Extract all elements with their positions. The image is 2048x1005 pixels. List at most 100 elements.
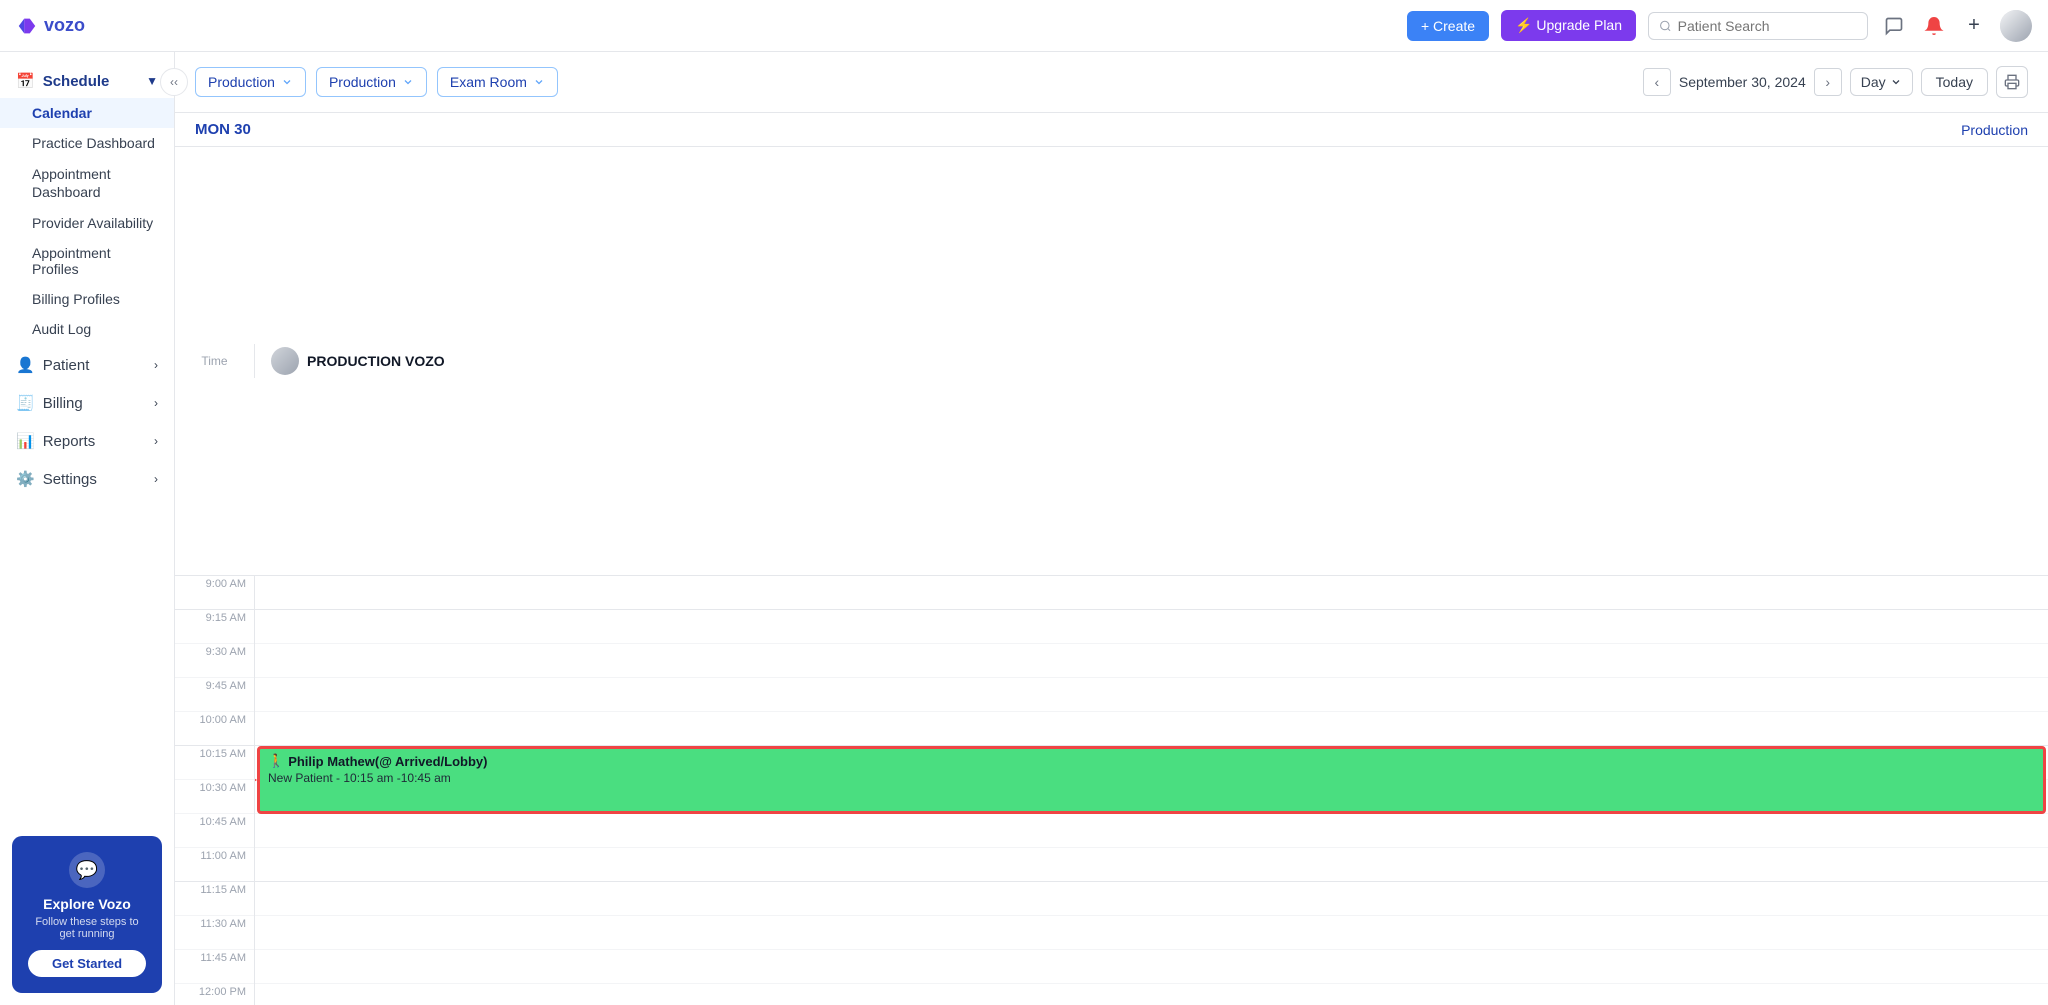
time-slot-1015: 10:15 AM xyxy=(175,746,254,780)
date-navigation: ‹ September 30, 2024 › Day Today xyxy=(1643,66,2028,98)
time-slot-915: 9:15 AM xyxy=(175,610,254,644)
sidebar-section-schedule-header[interactable]: 📅 Schedule ▼ xyxy=(0,64,174,98)
calendar-header-row: MON 30 Production xyxy=(175,113,2048,147)
sidebar-item-appointment-profiles[interactable]: Appointment Profiles xyxy=(0,238,174,284)
settings-chevron-icon: › xyxy=(154,472,158,486)
patient-label: Patient xyxy=(43,357,90,374)
sidebar-section-billing: 🧾 Billing › xyxy=(0,386,174,420)
appointment-details: New Patient - 10:15 am -10:45 am xyxy=(268,771,2035,785)
reports-chevron-icon: › xyxy=(154,434,158,448)
filter-2-label: Production xyxy=(329,74,396,90)
appointment-block[interactable]: 🚶 Philip Mathew(@ Arrived/Lobby) New Pat… xyxy=(257,746,2046,814)
provider-avatar xyxy=(271,347,299,375)
print-button[interactable] xyxy=(1996,66,2028,98)
billing-chevron-icon: › xyxy=(154,396,158,410)
explore-vozo-description: Follow these steps to get running xyxy=(28,916,146,940)
sidebar-section-reports: 📊 Reports › xyxy=(0,424,174,458)
sidebar-item-calendar[interactable]: Calendar xyxy=(0,98,174,128)
notification-icon-btn[interactable] xyxy=(1920,12,1948,40)
next-date-button[interactable]: › xyxy=(1814,68,1842,96)
time-slot-945: 9:45 AM xyxy=(175,678,254,712)
provider-column-header: PRODUCTION VOZO xyxy=(255,339,2048,383)
today-button[interactable]: Today xyxy=(1921,68,1988,96)
grid-header: Time PRODUCTION VOZO xyxy=(175,147,2048,576)
patient-chevron-icon: › xyxy=(154,358,158,372)
filter-2-chevron-icon xyxy=(402,76,414,88)
navbar: vozo + Create ⚡ Upgrade Plan + xyxy=(0,0,2048,52)
time-slot-930: 9:30 AM xyxy=(175,644,254,678)
search-icon xyxy=(1659,19,1672,33)
explore-vozo-card: 💬 Explore Vozo Follow these steps to get… xyxy=(12,836,162,993)
sidebar-item-audit-log[interactable]: Audit Log xyxy=(0,314,174,344)
filter-3-label: Exam Room xyxy=(450,74,527,90)
patient-search-bar[interactable] xyxy=(1648,12,1868,40)
schedule-icon: 📅 xyxy=(16,72,35,90)
patient-search-input[interactable] xyxy=(1678,18,1857,34)
sidebar-collapse-button[interactable]: ‹‹ xyxy=(160,68,188,96)
create-button[interactable]: + Create xyxy=(1407,11,1489,41)
schedule-chevron-icon: ▼ xyxy=(146,74,158,88)
app-name: vozo xyxy=(44,15,85,36)
schedule-label: Schedule xyxy=(43,73,110,90)
navbar-actions: + Create ⚡ Upgrade Plan + xyxy=(1407,10,2032,42)
add-icon-btn[interactable]: + xyxy=(1960,12,1988,40)
time-slot-1100: 11:00 AM xyxy=(175,848,254,882)
time-slot-1045: 10:45 AM xyxy=(175,814,254,848)
time-slot-1030: 10:30 AM xyxy=(175,780,254,814)
current-date: September 30, 2024 xyxy=(1679,74,1806,90)
main-content: Production Production Exam Room ‹ Septem… xyxy=(175,52,2048,1005)
view-chevron-icon xyxy=(1890,76,1902,88)
time-slot-1000: 10:00 AM xyxy=(175,712,254,746)
date-nav-controls: ‹ September 30, 2024 › xyxy=(1643,68,1842,96)
sidebar-item-practice-dashboard[interactable]: Practice Dashboard xyxy=(0,128,174,158)
explore-vozo-icon: 💬 xyxy=(69,852,105,888)
time-column-header: Time xyxy=(175,344,255,378)
billing-icon: 🧾 xyxy=(16,394,35,412)
prev-date-button[interactable]: ‹ xyxy=(1643,68,1671,96)
settings-icon: ⚙️ xyxy=(16,470,35,488)
user-avatar[interactable] xyxy=(2000,10,2032,42)
time-slot-1115: 11:15 AM xyxy=(175,882,254,916)
billing-label: Billing xyxy=(43,395,83,412)
app-logo[interactable]: vozo xyxy=(16,15,85,37)
explore-vozo-title: Explore Vozo xyxy=(28,896,146,912)
time-slot-900: 9:00 AM xyxy=(175,576,254,610)
schedule-body: 9:00 AM 9:15 AM 9:30 AM 9:45 AM 10:00 AM… xyxy=(175,576,2048,1005)
sidebar-section-schedule: 📅 Schedule ▼ Calendar Practice Dashboard… xyxy=(0,64,174,344)
chat-icon xyxy=(1884,16,1904,36)
reports-label: Reports xyxy=(43,433,96,450)
sidebar-section-patient: 👤 Patient › xyxy=(0,348,174,382)
appointment-patient-name: 🚶 Philip Mathew(@ Arrived/Lobby) xyxy=(268,753,2035,769)
view-label: Day xyxy=(1861,74,1886,90)
sidebar-section-reports-header[interactable]: 📊 Reports › xyxy=(0,424,174,458)
sidebar-section-settings-header[interactable]: ⚙️ Settings › xyxy=(0,462,174,496)
arrow-head xyxy=(255,774,257,786)
filter-production-1[interactable]: Production xyxy=(195,67,306,97)
view-selector[interactable]: Day xyxy=(1850,68,1913,96)
sidebar-item-billing-profiles[interactable]: Billing Profiles xyxy=(0,284,174,314)
print-icon xyxy=(2004,74,2020,90)
sidebar-item-appointment-dashboard[interactable]: AppointmentDashboard xyxy=(0,158,174,208)
upgrade-button[interactable]: ⚡ Upgrade Plan xyxy=(1501,10,1636,41)
reports-icon: 📊 xyxy=(16,432,35,450)
provider-name: PRODUCTION VOZO xyxy=(307,353,445,369)
calendar-provider-label: Production xyxy=(1961,122,2028,138)
annotation-arrow xyxy=(255,774,257,786)
app-layout: ‹‹ 📅 Schedule ▼ Calendar Practice Dashbo… xyxy=(0,0,2048,1005)
settings-label: Settings xyxy=(43,471,97,488)
patient-status-icon: 🚶 xyxy=(268,753,284,769)
sidebar-item-provider-availability[interactable]: Provider Availability xyxy=(0,208,174,238)
time-slot-1145: 11:45 AM xyxy=(175,950,254,984)
time-slot-1130: 11:30 AM xyxy=(175,916,254,950)
filter-production-2[interactable]: Production xyxy=(316,67,427,97)
chat-icon-btn[interactable] xyxy=(1880,12,1908,40)
get-started-button[interactable]: Get Started xyxy=(28,950,146,977)
filter-exam-room[interactable]: Exam Room xyxy=(437,67,558,97)
events-column: 🚶 Philip Mathew(@ Arrived/Lobby) New Pat… xyxy=(255,576,2048,1005)
sidebar-section-patient-header[interactable]: 👤 Patient › xyxy=(0,348,174,382)
sidebar: ‹‹ 📅 Schedule ▼ Calendar Practice Dashbo… xyxy=(0,52,175,1005)
vozo-logo-icon xyxy=(16,15,38,37)
filter-3-chevron-icon xyxy=(533,76,545,88)
sidebar-section-billing-header[interactable]: 🧾 Billing › xyxy=(0,386,174,420)
patient-icon: 👤 xyxy=(16,356,35,374)
